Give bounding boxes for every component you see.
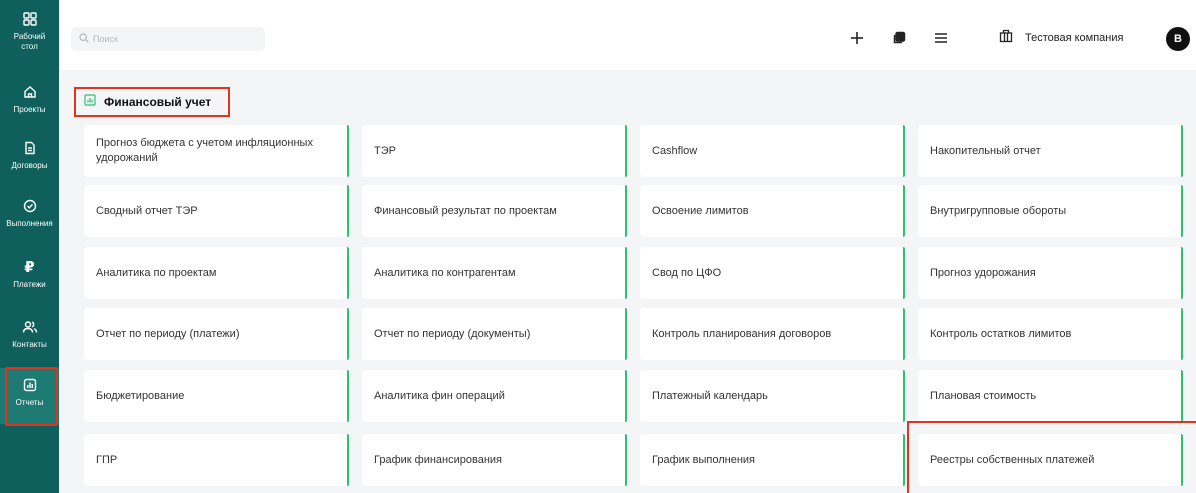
report-card-title: Аналитика фин операций — [374, 389, 505, 402]
sidebar-item-payments[interactable]: ₽ Платежи — [0, 258, 59, 298]
report-card-title: Внутригрупповые обороты — [930, 204, 1067, 217]
report-card[interactable]: Освоение лимитов — [640, 185, 905, 237]
report-card[interactable]: Внутригрупповые обороты — [918, 185, 1183, 237]
report-chart-icon — [84, 93, 96, 111]
avatar[interactable]: В — [1166, 27, 1190, 51]
sidebar-item-label: Платежи — [13, 280, 46, 289]
menu-icon[interactable] — [931, 28, 951, 48]
active-item-highlight — [5, 367, 58, 426]
report-card[interactable]: Свод по ЦФО — [640, 247, 905, 299]
report-card-title: Платежный календарь — [652, 389, 768, 402]
report-card[interactable]: Отчет по периоду (платежи) — [84, 308, 349, 360]
report-card[interactable]: Платежный календарь — [640, 370, 905, 422]
company-name: Тестовая компания — [1025, 32, 1124, 44]
report-card-title: Освоение лимитов — [652, 204, 749, 217]
dashboard-grid-icon — [21, 10, 39, 28]
search-input[interactable]: Поиск — [71, 27, 265, 51]
section-title: Финансовый учет — [74, 87, 230, 117]
search-placeholder: Поиск — [93, 34, 118, 44]
report-card-title: Накопительный отчет — [930, 144, 1041, 157]
report-card-title: Отчет по периоду (документы) — [374, 327, 531, 340]
sidebar-item-projects[interactable]: Проекты — [0, 83, 59, 123]
report-card-title: Сводный отчет ТЭР — [96, 204, 198, 217]
home-icon — [21, 83, 39, 101]
top-header: Поиск Тестовая компания В — [59, 0, 1196, 70]
sidebar-item-contacts[interactable]: Контакты — [0, 318, 59, 358]
sidebar-item-label: Договоры — [11, 161, 48, 170]
report-card-title: Прогноз бюджета с учетом инфляционных уд… — [96, 137, 313, 164]
highlight-box — [907, 421, 1196, 493]
report-card-title: Финансовый результат по проектам — [374, 204, 557, 217]
report-card[interactable]: Отчет по периоду (документы) — [362, 308, 627, 360]
report-card-title: Отчет по периоду (платежи) — [96, 327, 240, 340]
report-card-title: Cashflow — [652, 144, 698, 157]
report-card[interactable]: Контроль остатков лимитов — [918, 308, 1183, 360]
report-card-title: ТЭР — [374, 144, 396, 157]
report-card-title: График выполнения — [652, 453, 756, 466]
check-circle-icon — [21, 197, 39, 215]
section-title-text: Финансовый учет — [104, 95, 212, 109]
sidebar-item-executions[interactable]: Выполнения — [0, 197, 59, 237]
sidebar-item-dashboard[interactable]: Рабочий стол — [0, 10, 59, 62]
report-card-title: Бюджетирование — [96, 389, 185, 402]
document-icon — [21, 139, 39, 157]
report-card[interactable]: Бюджетирование — [84, 370, 349, 422]
report-card[interactable]: Прогноз удорожания — [918, 247, 1183, 299]
ruble-icon: ₽ — [24, 259, 35, 276]
report-card[interactable]: График финансирования — [362, 434, 627, 486]
sidebar-item-label: Контакты — [12, 340, 47, 349]
users-icon — [21, 318, 39, 336]
plus-icon[interactable] — [847, 28, 867, 48]
report-card[interactable]: ГПР — [84, 434, 349, 486]
report-card-title: Аналитика по контрагентам — [374, 266, 516, 279]
report-card[interactable]: Прогноз бюджета с учетом инфляционных уд… — [84, 125, 349, 177]
report-card[interactable]: ТЭР — [362, 125, 627, 177]
report-card[interactable]: Контроль планирования договоров — [640, 308, 905, 360]
sidebar-item-label: Проекты — [13, 105, 46, 114]
report-card-title: ГПР — [96, 453, 118, 466]
report-card-title: Свод по ЦФО — [652, 266, 722, 279]
report-card-title: Плановая стоимость — [930, 389, 1037, 402]
report-card-title: Аналитика по проектам — [96, 266, 217, 279]
report-card[interactable]: Cashflow — [640, 125, 905, 177]
report-card[interactable]: Сводный отчет ТЭР — [84, 185, 349, 237]
report-card[interactable]: Накопительный отчет — [918, 125, 1183, 177]
sidebar-item-label: Выполнения — [6, 219, 53, 228]
report-card[interactable]: Аналитика по проектам — [84, 247, 349, 299]
report-card[interactable]: График выполнения — [640, 434, 905, 486]
report-card-title: Контроль планирования договоров — [652, 327, 832, 340]
report-card-title: Контроль остатков лимитов — [930, 327, 1072, 340]
building-icon — [999, 29, 1013, 48]
report-card-title: График финансирования — [374, 453, 502, 466]
report-card[interactable]: Аналитика по контрагентам — [362, 247, 627, 299]
search-icon — [79, 30, 89, 48]
report-card-title: Прогноз удорожания — [930, 266, 1036, 279]
copy-icon[interactable] — [889, 28, 909, 48]
report-card[interactable]: Плановая стоимость — [918, 370, 1183, 422]
company-selector[interactable]: Тестовая компания — [999, 28, 1123, 48]
report-card[interactable]: Финансовый результат по проектам — [362, 185, 627, 237]
sidebar-item-contracts[interactable]: Договоры — [0, 139, 59, 179]
sidebar-item-label: Рабочий стол — [13, 32, 46, 51]
report-card[interactable]: Аналитика фин операций — [362, 370, 627, 422]
